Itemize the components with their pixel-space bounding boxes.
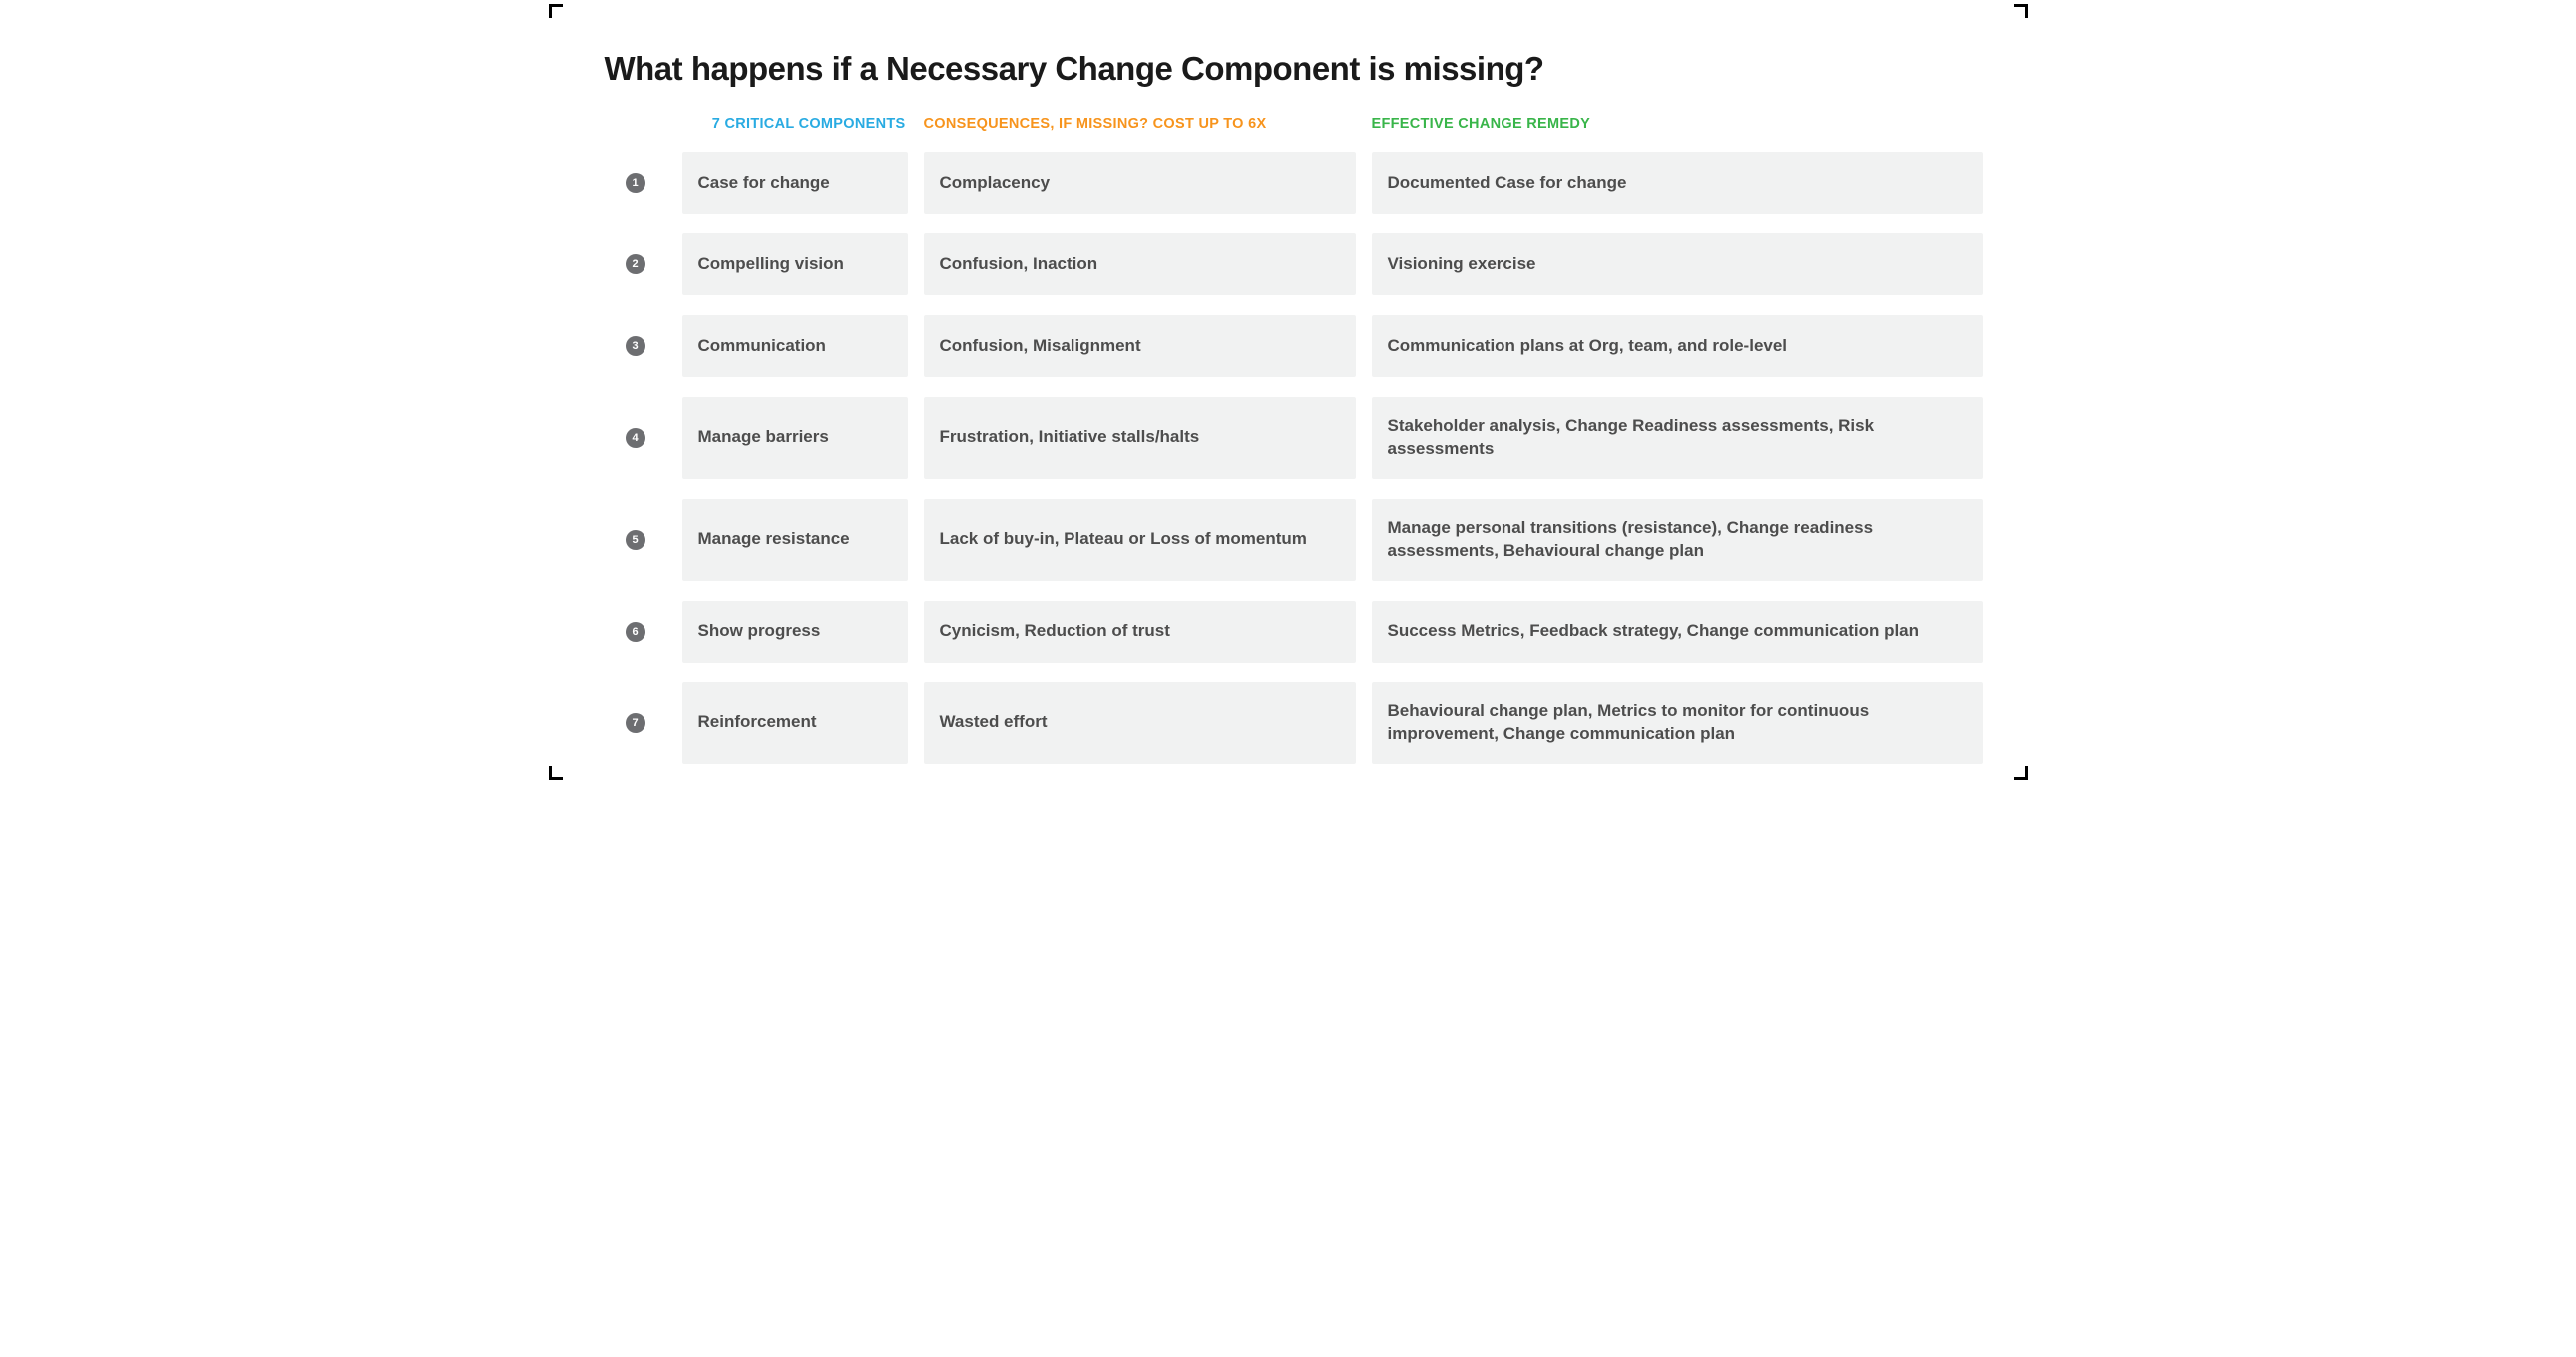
crop-mark-tr xyxy=(2014,4,2028,18)
component-cell: Manage barriers xyxy=(682,397,908,479)
consequence-cell: Confusion, Misalignment xyxy=(924,315,1356,377)
consequence-cell: Wasted effort xyxy=(924,682,1356,764)
row-number-badge: 4 xyxy=(626,428,645,448)
row-number: 2 xyxy=(605,233,666,295)
row-number: 1 xyxy=(605,152,666,214)
row-number-badge: 5 xyxy=(626,530,645,550)
row-number-badge: 2 xyxy=(626,254,645,274)
row-number-badge: 1 xyxy=(626,173,645,193)
component-cell: Manage resistance xyxy=(682,499,908,581)
consequence-cell: Confusion, Inaction xyxy=(924,233,1356,295)
component-cell: Compelling vision xyxy=(682,233,908,295)
row-number: 5 xyxy=(605,499,666,581)
content-area: What happens if a Necessary Change Compo… xyxy=(545,0,2032,804)
remedy-cell: Behavioural change plan, Metrics to moni… xyxy=(1372,682,1983,764)
component-cell: Reinforcement xyxy=(682,682,908,764)
component-cell: Show progress xyxy=(682,601,908,663)
remedy-cell: Manage personal transitions (resistance)… xyxy=(1372,499,1983,581)
consequence-cell: Complacency xyxy=(924,152,1356,214)
remedy-cell: Documented Case for change xyxy=(1372,152,1983,214)
row-number: 3 xyxy=(605,315,666,377)
header-components: 7 CRITICAL COMPONENTS xyxy=(605,116,908,132)
page-title: What happens if a Necessary Change Compo… xyxy=(605,50,1972,88)
row-number: 7 xyxy=(605,682,666,764)
row-number: 4 xyxy=(605,397,666,479)
remedy-cell: Success Metrics, Feedback strategy, Chan… xyxy=(1372,601,1983,663)
row-number-badge: 7 xyxy=(626,713,645,733)
consequence-cell: Lack of buy-in, Plateau or Loss of momen… xyxy=(924,499,1356,581)
crop-mark-bl xyxy=(549,766,563,780)
remedy-cell: Communication plans at Org, team, and ro… xyxy=(1372,315,1983,377)
remedy-cell: Stakeholder analysis, Change Readiness a… xyxy=(1372,397,1983,479)
slide: What happens if a Necessary Change Compo… xyxy=(545,0,2032,784)
components-table: 7 CRITICAL COMPONENTS CONSEQUENCES, IF M… xyxy=(605,116,1972,764)
component-cell: Case for change xyxy=(682,152,908,214)
consequence-cell: Cynicism, Reduction of trust xyxy=(924,601,1356,663)
remedy-cell: Visioning exercise xyxy=(1372,233,1983,295)
component-cell: Communication xyxy=(682,315,908,377)
row-number-badge: 3 xyxy=(626,336,645,356)
crop-mark-tl xyxy=(549,4,563,18)
consequence-cell: Frustration, Initiative stalls/halts xyxy=(924,397,1356,479)
crop-mark-br xyxy=(2014,766,2028,780)
header-consequences: CONSEQUENCES, IF MISSING? COST UP TO 6X xyxy=(924,116,1356,132)
header-remedy: EFFECTIVE CHANGE REMEDY xyxy=(1372,116,1983,132)
row-number: 6 xyxy=(605,601,666,663)
row-number-badge: 6 xyxy=(626,622,645,642)
